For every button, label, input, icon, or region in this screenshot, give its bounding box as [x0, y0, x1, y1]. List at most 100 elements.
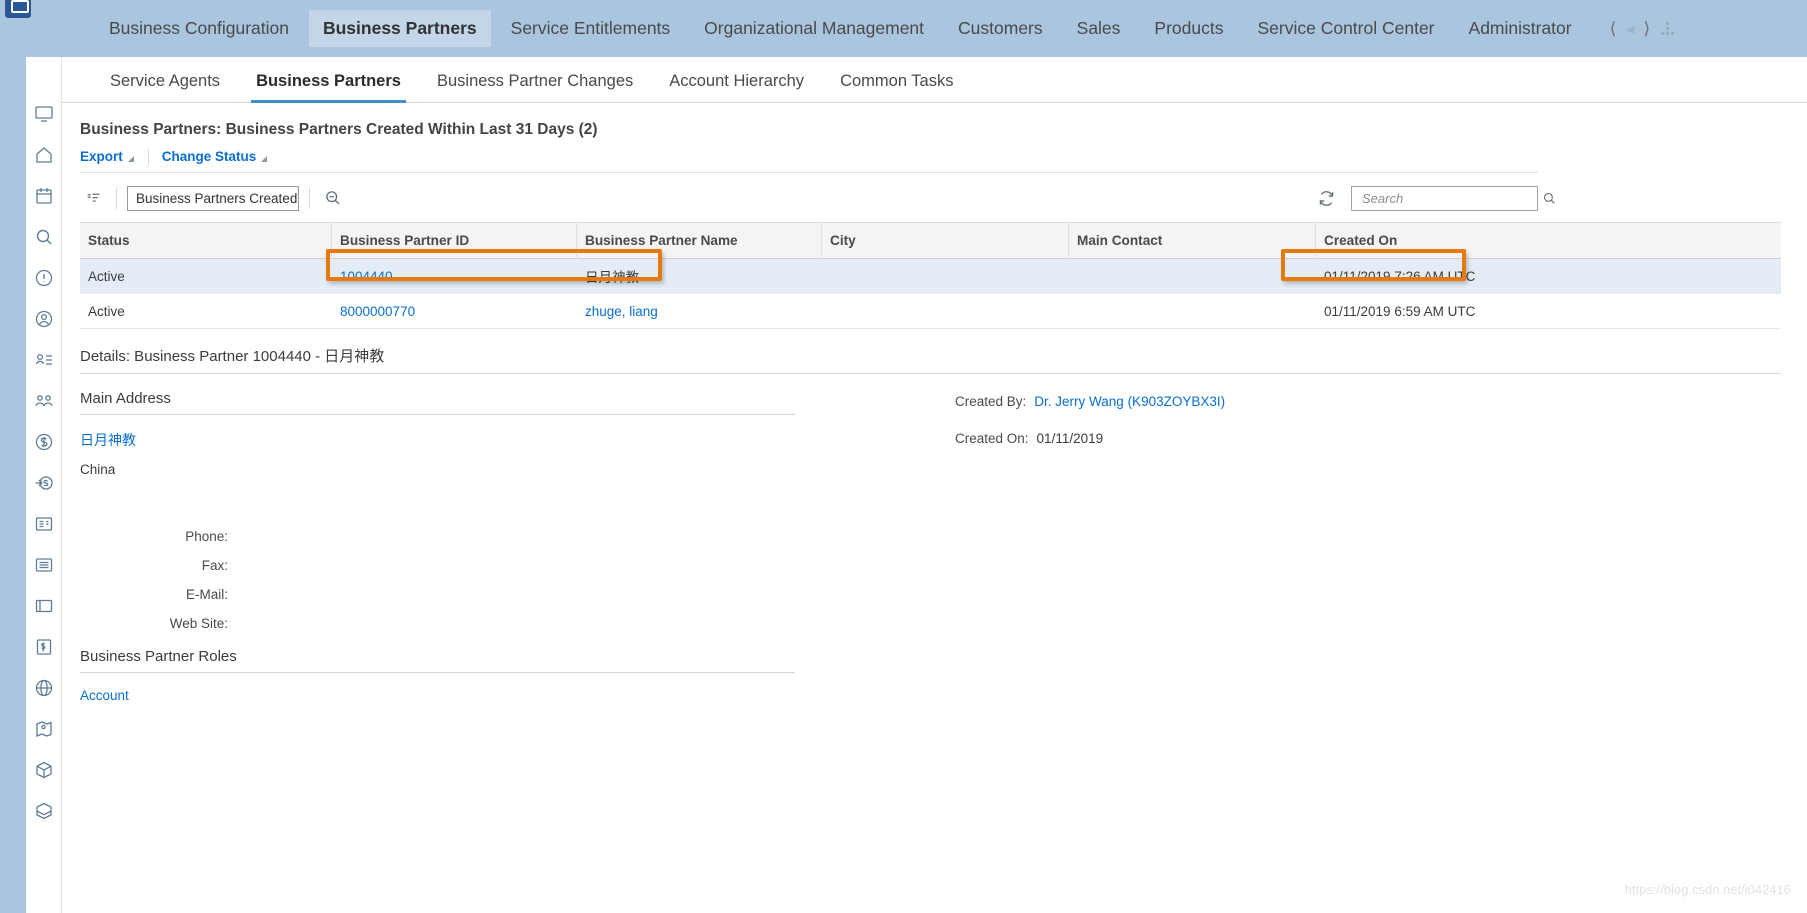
- export-button[interactable]: Export: [80, 149, 148, 170]
- search-input[interactable]: [1360, 189, 1542, 207]
- chevron-down-icon: [127, 156, 134, 162]
- created-on-value: 01/11/2019: [1036, 431, 1104, 446]
- details-title: Details: Business Partner 1004440 - 日月神教: [80, 345, 1781, 374]
- business-partners-table: Status Business Partner ID Business Part…: [80, 222, 1781, 329]
- cell-status: Active: [88, 268, 125, 284]
- created-by-row: Created By: Dr. Jerry Wang (K903ZOYBX3I): [955, 394, 1225, 409]
- top-navigation-bar: Business Configuration Business Partners…: [0, 0, 1807, 57]
- field-phone: Phone:: [80, 529, 875, 544]
- field-fax: Fax:: [80, 558, 875, 573]
- field-phone-label: Phone:: [185, 529, 228, 544]
- group-icon[interactable]: [26, 380, 62, 421]
- column-header-main-contact[interactable]: Main Contact: [1069, 222, 1316, 259]
- card-icon[interactable]: [26, 585, 62, 626]
- action-toolbar: Export Change Status: [80, 147, 1538, 173]
- address-country: China: [80, 462, 116, 477]
- table-row[interactable]: Active 8000000770 zhuge, liang 01/11/201…: [80, 294, 1781, 329]
- details-left-column: Main Address 日月神教 China Phone: Fax: E-Ma…: [80, 390, 875, 703]
- details-body: Main Address 日月神教 China Phone: Fax: E-Ma…: [80, 390, 1807, 703]
- topnav-item-sales[interactable]: Sales: [1063, 10, 1135, 47]
- main-content: Service Agents Business Partners Busines…: [62, 57, 1807, 913]
- chevron-right-icon[interactable]: ⟩: [1643, 19, 1650, 39]
- column-header-business-partner-id[interactable]: Business Partner ID: [332, 222, 577, 259]
- table-header-row: Status Business Partner ID Business Part…: [80, 222, 1781, 259]
- column-header-status[interactable]: Status: [80, 222, 332, 259]
- created-by-value[interactable]: Dr. Jerry Wang (K903ZOYBX3I): [1034, 394, 1225, 409]
- topnav-item-customers[interactable]: Customers: [944, 10, 1057, 47]
- business-partner-name-link[interactable]: zhuge, liang: [585, 304, 658, 319]
- toolbar-divider: [147, 149, 149, 165]
- field-email: E-Mail:: [80, 587, 875, 602]
- zoom-out-icon[interactable]: [320, 187, 346, 209]
- tab-business-partner-changes[interactable]: Business Partner Changes: [419, 72, 651, 102]
- field-website-label: Web Site:: [169, 616, 228, 631]
- refresh-icon[interactable]: [1313, 187, 1339, 209]
- form-icon[interactable]: [26, 503, 62, 544]
- topnav-item-business-partners[interactable]: Business Partners: [308, 10, 491, 47]
- globe-icon[interactable]: [26, 667, 62, 708]
- topnav-item-administrator[interactable]: Administrator: [1455, 10, 1586, 47]
- main-address-heading: Main Address: [80, 390, 795, 415]
- business-partner-roles-heading: Business Partner Roles: [80, 648, 795, 673]
- field-email-label: E-Mail:: [185, 587, 228, 602]
- topnav-item-service-control-center[interactable]: Service Control Center: [1243, 10, 1448, 47]
- payment-icon[interactable]: [26, 462, 62, 503]
- column-header-business-partner-name[interactable]: Business Partner Name: [577, 222, 822, 259]
- app-logo-icon: [5, 0, 31, 18]
- topnav-item-products[interactable]: Products: [1140, 10, 1237, 47]
- view-select[interactable]: Business Partners Created \: [127, 185, 299, 211]
- export-button-label: Export: [80, 149, 123, 164]
- search-box[interactable]: [1351, 185, 1555, 211]
- tab-service-agents[interactable]: Service Agents: [92, 72, 238, 102]
- home-icon[interactable]: [26, 134, 62, 175]
- screen-icon[interactable]: [26, 93, 62, 134]
- topnav-item-service-entitlements[interactable]: Service Entitlements: [497, 10, 685, 47]
- user-icon[interactable]: [26, 298, 62, 339]
- address-name-link[interactable]: 日月神教: [80, 430, 875, 450]
- field-fax-label: Fax:: [201, 558, 228, 573]
- details-right-column: Created By: Dr. Jerry Wang (K903ZOYBX3I)…: [955, 390, 1225, 703]
- tab-common-tasks[interactable]: Common Tasks: [822, 72, 971, 102]
- field-website: Web Site:: [80, 616, 875, 631]
- column-header-city[interactable]: City: [822, 222, 1069, 259]
- invoice-icon[interactable]: [26, 626, 62, 667]
- left-icon-rail: [26, 57, 62, 913]
- more-dots-icon[interactable]: [1661, 22, 1675, 35]
- left-blue-rail: [0, 57, 26, 913]
- topnav-item-business-configuration[interactable]: Business Configuration: [95, 10, 303, 47]
- sort-filter-icon[interactable]: [80, 187, 106, 209]
- cell-created-on: 01/11/2019 6:59 AM UTC: [1324, 303, 1476, 319]
- search-icon[interactable]: [26, 216, 62, 257]
- chevron-left-small-icon[interactable]: ◀: [1625, 22, 1634, 36]
- watermark: https://blog.csdn.net/i042416: [1624, 882, 1791, 897]
- view-select-value: Business Partners Created \: [136, 190, 299, 206]
- location-icon[interactable]: [26, 708, 62, 749]
- column-header-created-on[interactable]: Created On: [1316, 222, 1616, 259]
- top-nav-items: Business Configuration Business Partners…: [95, 0, 1675, 57]
- topnav-item-organizational-management[interactable]: Organizational Management: [690, 10, 938, 47]
- currency-icon[interactable]: [26, 421, 62, 462]
- magnifier-icon[interactable]: [1542, 191, 1557, 206]
- alert-icon[interactable]: [26, 257, 62, 298]
- tab-business-partners[interactable]: Business Partners: [238, 72, 419, 103]
- page-title: Business Partners: Business Partners Cre…: [80, 121, 598, 138]
- toolbar-divider: [116, 187, 117, 209]
- calendar-icon[interactable]: [26, 175, 62, 216]
- layers-icon[interactable]: [26, 790, 62, 831]
- created-on-row: Created On: 01/11/2019: [955, 431, 1225, 446]
- list-icon[interactable]: [26, 544, 62, 585]
- tab-account-hierarchy[interactable]: Account Hierarchy: [651, 72, 822, 102]
- business-partner-id-link[interactable]: 1004440: [340, 268, 393, 284]
- nav-arrows: ⟨ ◀ ⟩: [1610, 19, 1675, 39]
- change-status-button[interactable]: Change Status: [162, 149, 282, 170]
- created-by-label: Created By:: [955, 394, 1027, 409]
- chevron-down-icon: [261, 156, 268, 162]
- business-partner-id-link[interactable]: 8000000770: [340, 304, 415, 319]
- contacts-icon[interactable]: [26, 339, 62, 380]
- table-row[interactable]: Active 1004440 日月神教 01/11/2019 7:26 AM U…: [80, 259, 1781, 294]
- change-status-button-label: Change Status: [161, 149, 257, 164]
- box-icon[interactable]: [26, 749, 62, 790]
- role-account-link[interactable]: Account: [80, 688, 875, 703]
- created-on-label: Created On:: [955, 431, 1029, 446]
- chevron-left-icon[interactable]: ⟨: [1610, 19, 1617, 39]
